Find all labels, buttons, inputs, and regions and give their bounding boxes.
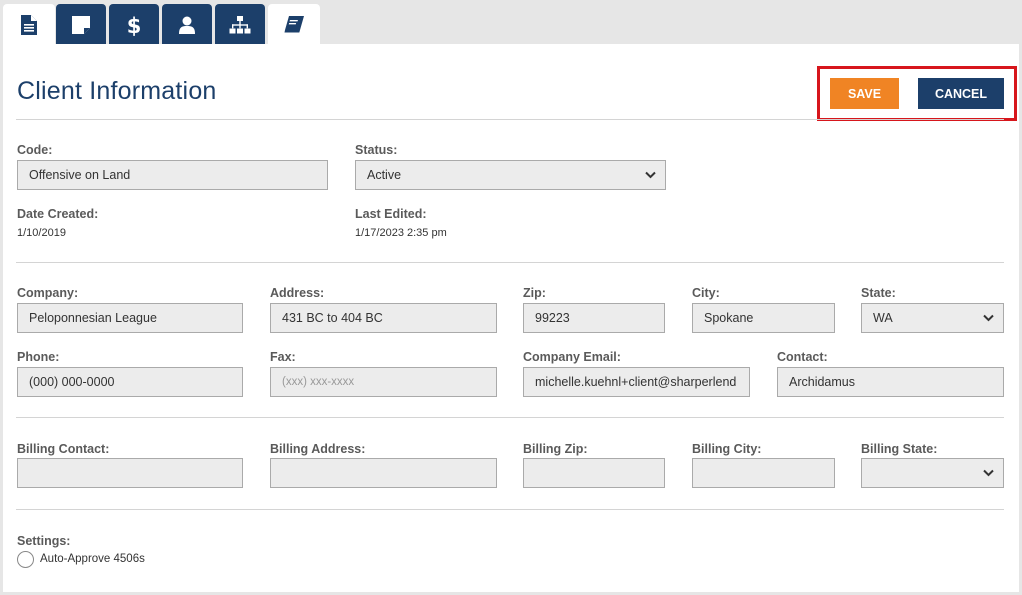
billing-city-label: Billing City: [692,442,762,456]
contact-field[interactable]: Archidamus [777,367,1004,397]
note-icon [72,16,90,34]
settings-label: Settings: [17,534,71,548]
cancel-button[interactable]: CANCEL [918,78,1004,109]
page-title: Client Information [17,77,217,105]
phone-label: Phone: [17,350,60,364]
user-icon [179,16,195,34]
auto-approve-label: Auto-Approve 4506s [40,553,145,565]
org-chart-icon [229,16,251,34]
divider [16,119,1004,120]
chevron-down-icon [983,469,994,477]
tab-hierarchy[interactable] [215,4,265,46]
city-field[interactable]: Spokane [692,303,835,333]
zip-field[interactable]: 99223 [523,303,665,333]
chevron-down-icon [983,314,994,322]
city-label: City: [692,286,720,300]
tab-billing[interactable]: $ [109,4,159,46]
state-label: State: [861,286,896,300]
status-select[interactable]: Active [355,160,666,190]
tab-details[interactable] [3,4,55,46]
save-button[interactable]: SAVE [830,78,899,109]
status-label: Status: [355,143,398,157]
company-email-label: Company Email: [523,350,621,364]
billing-state-select[interactable] [861,458,1004,488]
state-select-value: WA [873,311,893,325]
company-field[interactable]: Peloponnesian League [17,303,243,333]
tab-documents[interactable] [268,4,320,46]
billing-contact-label: Billing Contact: [17,442,110,456]
code-label: Code: [17,143,53,157]
billing-zip-label: Billing Zip: [523,442,588,456]
billing-state-label: Billing State: [861,442,938,456]
address-label: Address: [270,286,325,300]
last-edited-value: 1/17/2023 2:35 pm [355,227,447,239]
fax-label: Fax: [270,350,296,364]
client-information-panel: Client Information SAVE CANCEL Code: Off… [3,44,1019,592]
document-icon [21,15,37,35]
billing-city-field[interactable] [692,458,835,488]
tab-users[interactable] [162,4,212,46]
svg-text:$: $ [127,14,141,36]
code-field[interactable]: Offensive on Land [17,160,328,190]
phone-field[interactable]: (000) 000-0000 [17,367,243,397]
zip-label: Zip: [523,286,546,300]
date-created-label: Date Created: [17,207,99,221]
chevron-down-icon [645,171,656,179]
divider [16,417,1004,418]
book-icon [284,16,304,33]
fax-field[interactable]: (xxx) xxx-xxxx [270,367,497,397]
billing-zip-field[interactable] [523,458,665,488]
last-edited-label: Last Edited: [355,207,427,221]
address-field[interactable]: 431 BC to 404 BC [270,303,497,333]
contact-label: Contact: [777,350,828,364]
state-select[interactable]: WA [861,303,1004,333]
billing-address-label: Billing Address: [270,442,366,456]
status-select-value: Active [367,168,402,182]
billing-address-field[interactable] [270,458,497,488]
billing-contact-field[interactable] [17,458,243,488]
divider [16,262,1004,263]
divider [16,509,1004,510]
tab-notes[interactable] [56,4,106,46]
company-label: Company: [17,286,79,300]
dollar-icon: $ [127,14,141,36]
date-created-value: 1/10/2019 [17,227,66,239]
auto-approve-radio[interactable] [17,551,34,568]
company-email-field[interactable]: michelle.kuehnl+client@sharperlend [523,367,750,397]
